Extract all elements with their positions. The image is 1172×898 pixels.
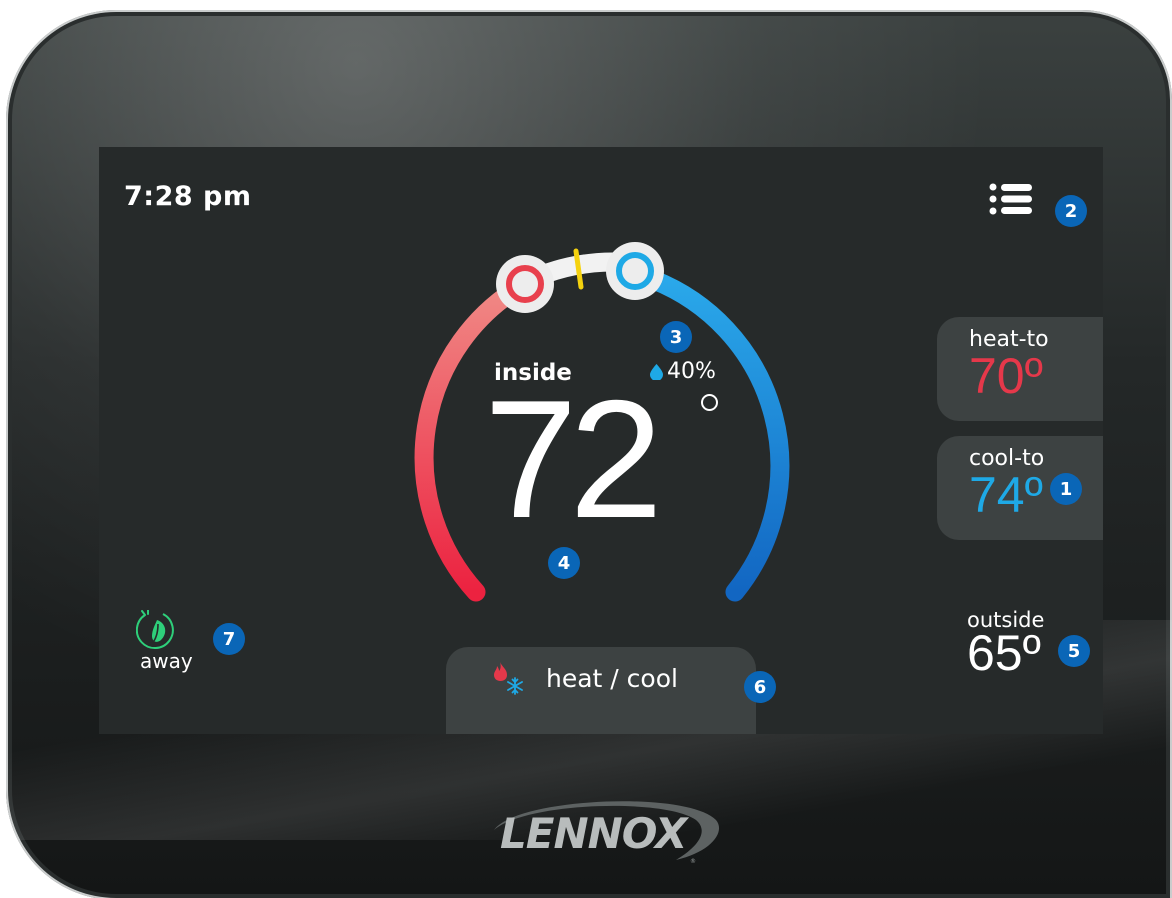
mode-label: heat / cool xyxy=(546,664,678,693)
callout-3: 3 xyxy=(660,321,692,353)
degree-symbol xyxy=(701,394,718,411)
mode-button[interactable]: heat / cool xyxy=(446,647,756,734)
callout-7: 7 xyxy=(213,623,245,655)
thermostat-screen: 7:28 pm 2 3 inside 40% 72 4 heat-to 70º … xyxy=(99,147,1103,734)
thermostat-device: 7:28 pm 2 3 inside 40% 72 4 heat-to 70º … xyxy=(6,10,1172,898)
leaf-plug-icon[interactable] xyxy=(136,610,176,652)
flame-snowflake-icon xyxy=(494,662,523,695)
lennox-wordmark: LENNOX xyxy=(500,809,690,858)
callout-6: 6 xyxy=(744,671,776,703)
heat-to-value: 70º xyxy=(969,348,1043,404)
outside-temperature: 65º xyxy=(967,625,1041,681)
humidity-readout: 40% xyxy=(650,359,716,384)
indoor-temperature: 72 xyxy=(484,365,663,553)
svg-text:®: ® xyxy=(690,858,696,865)
lennox-logo: LENNOX ® xyxy=(494,801,720,865)
cool-to-value: 74º xyxy=(969,467,1043,523)
away-label: away xyxy=(140,649,193,673)
heat-setpoint-handle xyxy=(496,255,554,313)
callout-5: 5 xyxy=(1058,635,1090,667)
callout-1: 1 xyxy=(1050,473,1082,505)
heat-to-setpoint[interactable]: heat-to 70º xyxy=(937,317,1103,421)
callout-4: 4 xyxy=(548,547,580,579)
cool-setpoint-handle xyxy=(606,242,664,300)
humidity-value: 40% xyxy=(667,359,716,384)
